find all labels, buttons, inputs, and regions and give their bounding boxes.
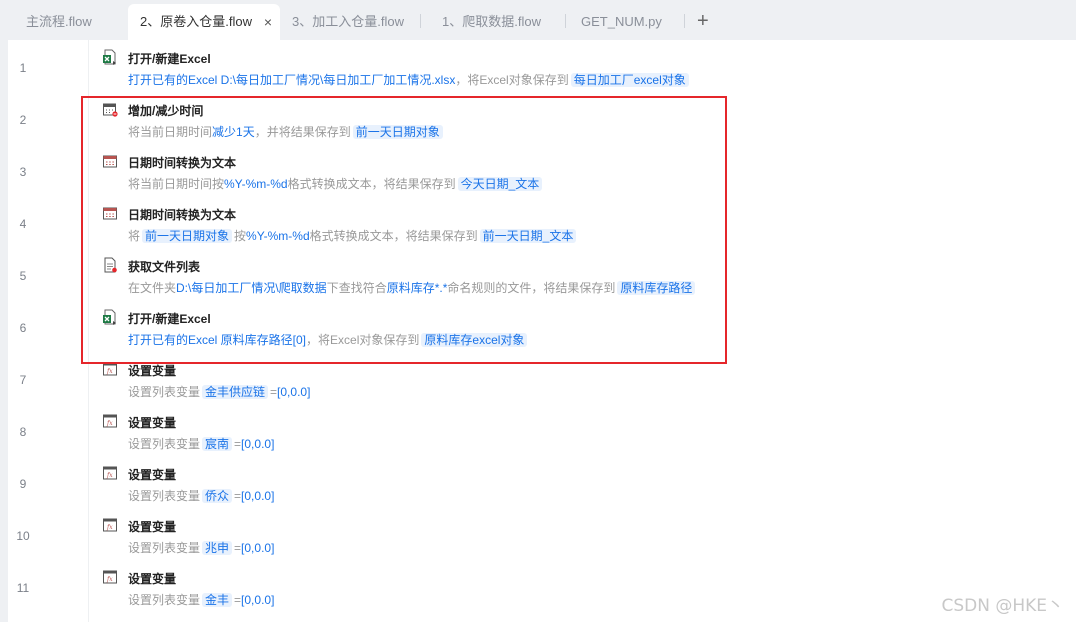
step-title: 设置变量 [128,364,177,378]
tab-raw-volume-flow[interactable]: 2、原卷入仓量.flow × [128,4,280,40]
close-icon[interactable]: × [264,4,272,40]
variable-tag[interactable]: 金丰 [202,593,233,607]
description-text: = [234,437,242,451]
excel-icon [102,49,118,65]
description-text: = [234,489,242,503]
tab-label: 主流程.flow [26,14,92,29]
param-value: [0,0.0] [277,385,311,399]
step-title: 打开/新建Excel [128,52,211,66]
flow-step[interactable]: 9 fx 设置变量设置列表变量 侨众 =[0,0.0] [8,460,1076,512]
step-title: 设置变量 [128,520,177,534]
description-text: ，将Excel对象保存到 [455,73,569,87]
description-text: 设置列表变量 [128,593,201,607]
description-text: = [270,385,278,399]
variable-tag[interactable]: 侨众 [202,489,233,503]
tab-separator [565,14,566,28]
line-number: 4 [19,217,27,231]
tab-crawl-data-flow[interactable]: 1、爬取数据.flow [430,4,560,40]
line-number: 5 [19,269,27,283]
tab-label: 1、爬取数据.flow [442,14,541,29]
flow-step[interactable]: 1 打开/新建Excel 打开已有的Excel D:\每日加工厂情况\每日加工厂加工… [8,44,1076,96]
step-description: 打开已有的Excel D:\每日加工厂情况\每日加工厂加工情况.xlsx，将Ex… [128,70,691,90]
tab-main-flow[interactable]: 主流程.flow [14,4,124,40]
description-text: 设置列表变量 [128,489,201,503]
step-title: 设置变量 [128,572,177,586]
line-number: 10 [16,529,30,543]
variable-tag[interactable]: 每日加工厂excel对象 [570,73,689,87]
line-number: 1 [19,61,27,75]
step-description: 设置列表变量 金丰 =[0,0.0] [128,590,274,610]
param-value: 打开已有的Excel D:\每日加工厂情况\每日加工厂加工情况.xlsx [128,73,456,87]
add-tab-button[interactable]: + [697,6,709,36]
description-text: = [234,541,242,555]
description-text: 设置列表变量 [128,437,201,451]
tab-label: 3、加工入仓量.flow [292,14,404,29]
svg-text:fx: fx [106,368,113,375]
flow-step[interactable]: 10 fx 设置变量设置列表变量 兆申 =[0,0.0] [8,512,1076,564]
flow-editor: 1 打开/新建Excel 打开已有的Excel D:\每日加工厂情况\每日加工厂加工… [8,40,1076,622]
step-description: 设置列表变量 金丰供应链 =[0,0.0] [128,382,310,402]
tab-separator [420,14,421,28]
param-value: [0,0.0] [241,437,275,451]
tab-separator [684,14,685,28]
param-value: [0,0.0] [241,489,275,503]
step-title: 设置变量 [128,468,177,482]
svg-text:fx: fx [106,472,113,479]
line-number: 11 [16,581,30,595]
line-number: 3 [19,165,27,179]
line-number: 8 [19,425,27,439]
flow-step[interactable]: 11 fx 设置变量设置列表变量 金丰 =[0,0.0] [8,564,1076,616]
tab-processing-volume-flow[interactable]: 3、加工入仓量.flow [280,4,420,40]
line-number: 6 [19,321,27,335]
line-number: 7 [19,373,27,387]
step-description: 设置列表变量 侨众 =[0,0.0] [128,486,274,506]
variable-icon: fx [102,413,118,429]
tab-bar: 主流程.flow 2、原卷入仓量.flow × 3、加工入仓量.flow 1、爬取… [0,0,1076,40]
tab-label: GET_NUM.py [581,14,662,29]
variable-icon: fx [102,517,118,533]
description-text: = [234,593,242,607]
tab-get-num-py[interactable]: GET_NUM.py [569,4,679,40]
step-description: 设置列表变量 宸南 =[0,0.0] [128,434,274,454]
description-text: 设置列表变量 [128,541,201,555]
highlight-box [81,96,727,364]
variable-tag[interactable]: 宸南 [202,437,233,451]
line-number: 2 [19,113,27,127]
step-title: 设置变量 [128,416,177,430]
param-value: [0,0.0] [241,541,275,555]
svg-text:fx: fx [106,576,113,583]
variable-icon: fx [102,465,118,481]
tab-label: 2、原卷入仓量.flow [140,14,252,29]
variable-tag[interactable]: 兆申 [202,541,233,555]
line-number: 9 [19,477,27,491]
variable-icon: fx [102,569,118,585]
flow-step[interactable]: 8 fx 设置变量设置列表变量 宸南 =[0,0.0] [8,408,1076,460]
svg-text:fx: fx [106,524,113,531]
step-description: 设置列表变量 兆申 =[0,0.0] [128,538,274,558]
svg-text:fx: fx [106,420,113,427]
watermark: CSDN @HKE丶 [941,596,1064,616]
description-text: 设置列表变量 [128,385,201,399]
param-value: [0,0.0] [241,593,275,607]
variable-tag[interactable]: 金丰供应链 [202,385,269,399]
